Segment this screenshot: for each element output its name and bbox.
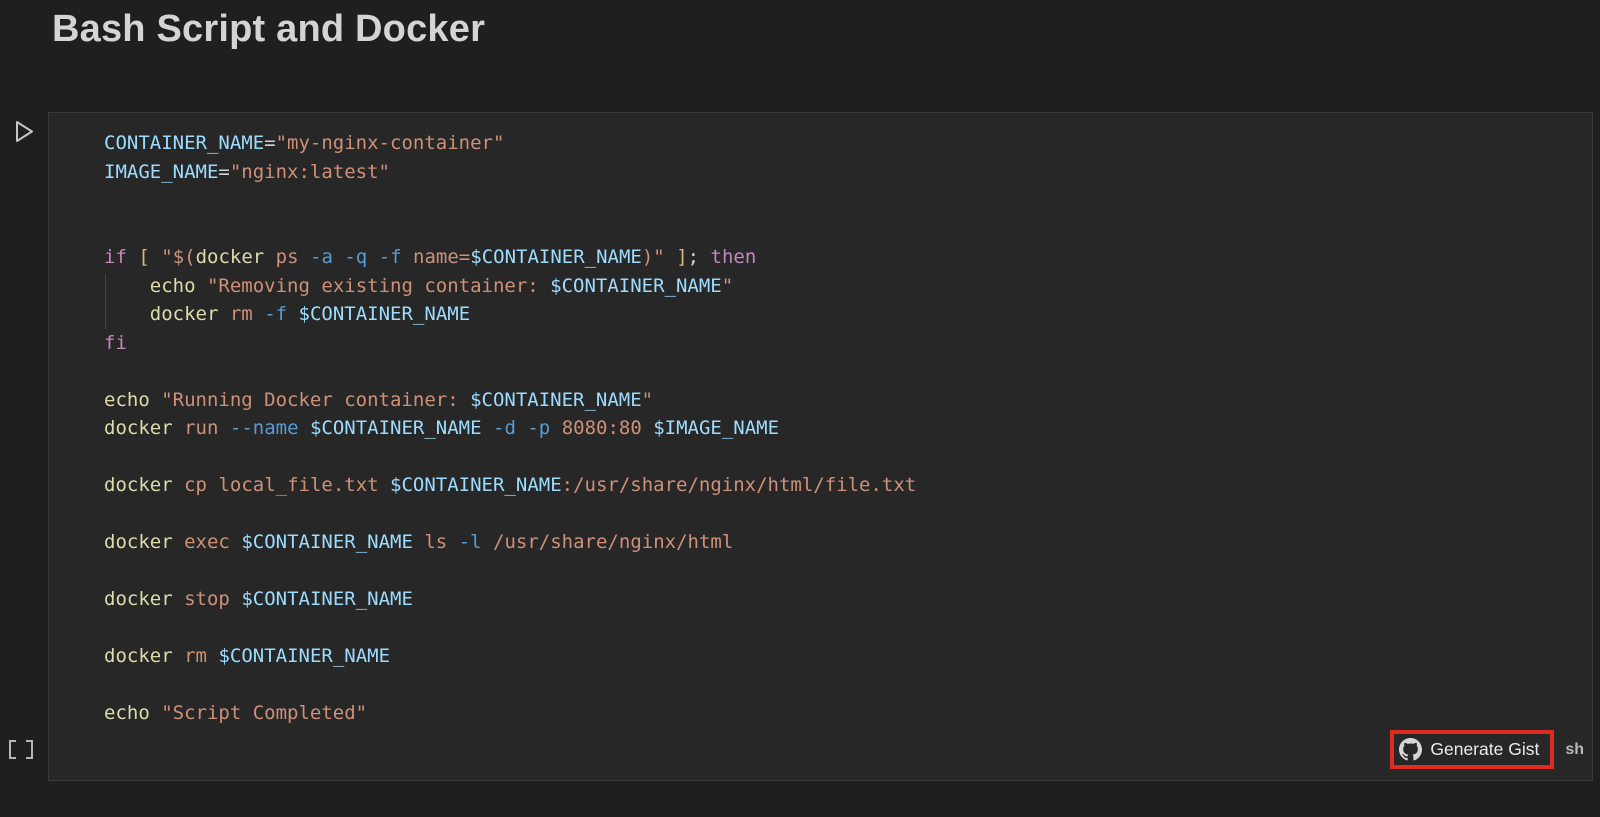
page: Bash Script and Docker CONTAINER_NAME="m…	[0, 0, 1600, 817]
code-line	[104, 500, 1592, 529]
code-line	[104, 186, 1592, 215]
code-line: IMAGE_NAME="nginx:latest"	[104, 158, 1592, 187]
code-line: CONTAINER_NAME="my-nginx-container"	[104, 129, 1592, 158]
code-line	[104, 443, 1592, 472]
code-line	[104, 557, 1592, 586]
code-line: docker exec $CONTAINER_NAME ls -l /usr/s…	[104, 528, 1592, 557]
code-footer: Generate Gist sh	[1390, 730, 1584, 769]
indent-guide	[105, 274, 106, 329]
generate-gist-button[interactable]: Generate Gist	[1399, 736, 1539, 763]
code-line: fi	[104, 329, 1592, 358]
code-line	[104, 671, 1592, 700]
code-line	[104, 357, 1592, 386]
code-line: echo "Script Completed"	[104, 699, 1592, 728]
run-cell-button[interactable]	[10, 119, 38, 147]
code-line: docker rm -f $CONTAINER_NAME	[104, 300, 1592, 329]
annotation-highlight-box: Generate Gist	[1390, 730, 1554, 769]
code-line: docker run --name $CONTAINER_NAME -d -p …	[104, 414, 1592, 443]
code-content[interactable]: CONTAINER_NAME="my-nginx-container"IMAGE…	[49, 113, 1592, 728]
code-line: echo "Running Docker container: $CONTAIN…	[104, 386, 1592, 415]
code-cell[interactable]: CONTAINER_NAME="my-nginx-container"IMAGE…	[48, 112, 1593, 781]
code-line: echo "Removing existing container: $CONT…	[104, 272, 1592, 301]
brackets-icon	[9, 740, 33, 759]
github-octocat-icon	[1399, 738, 1422, 761]
code-line: docker rm $CONTAINER_NAME	[104, 642, 1592, 671]
select-cell-button[interactable]	[6, 737, 36, 761]
page-title: Bash Script and Docker	[52, 8, 485, 51]
generate-gist-label: Generate Gist	[1430, 739, 1539, 760]
play-icon	[13, 119, 36, 147]
code-line	[104, 215, 1592, 244]
code-line: docker cp local_file.txt $CONTAINER_NAME…	[104, 471, 1592, 500]
code-line: if [ "$(docker ps -a -q -f name=$CONTAIN…	[104, 243, 1592, 272]
language-badge: sh	[1565, 741, 1584, 759]
code-line	[104, 614, 1592, 643]
code-line: docker stop $CONTAINER_NAME	[104, 585, 1592, 614]
